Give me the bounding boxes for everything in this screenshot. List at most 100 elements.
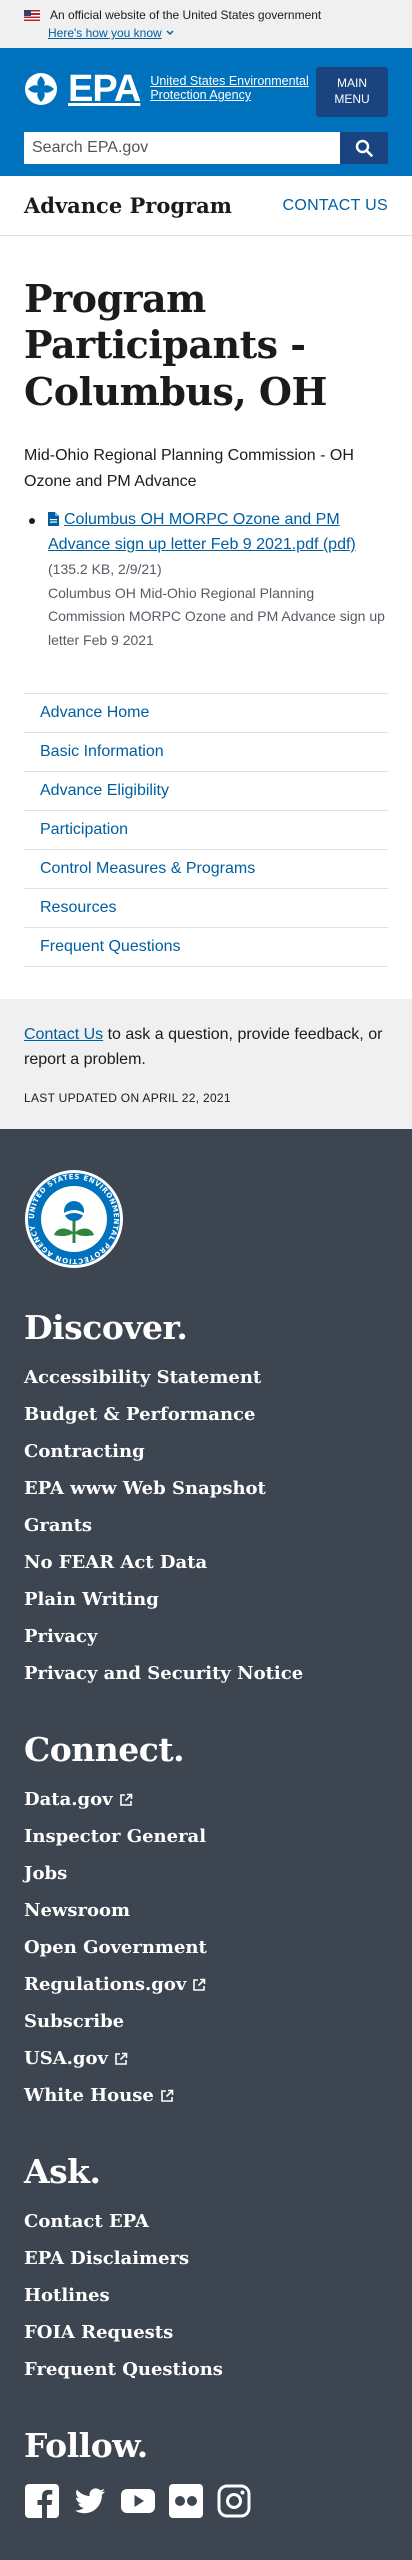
footer-link-label: White House xyxy=(24,2085,154,2107)
list-item: White House xyxy=(24,2077,388,2114)
sidenav-item-resources: Resources xyxy=(24,888,388,927)
contact-us-link[interactable]: CONTACT US xyxy=(282,197,388,215)
epa-wordmark: EPA xyxy=(68,68,141,110)
document-link[interactable]: Columbus OH MORPC Ozone and PM Advance s… xyxy=(48,511,356,553)
list-item: Subscribe xyxy=(24,2003,388,2040)
ask-links: Contact EPA EPA Disclaimers Hotlines FOI… xyxy=(24,2203,388,2388)
footer-link-label: Regulations.gov xyxy=(24,1974,187,1996)
footer-link-regulations-gov[interactable]: Regulations.gov xyxy=(24,1974,206,1995)
list-item: Accessibility Statement xyxy=(24,1359,388,1396)
sidenav-link[interactable]: Control Measures & Programs xyxy=(40,860,255,878)
external-link-icon xyxy=(193,1978,206,1991)
last-updated: LAST UPDATED ON APRIL 22, 2021 xyxy=(24,1090,231,1105)
intro-text: Mid-Ohio Regional Planning Commission - … xyxy=(24,447,354,490)
sidenav-item-basic-information: Basic Information xyxy=(24,732,388,771)
contact-box: Contact Us to ask a question, provide fe… xyxy=(0,999,412,1130)
list-item: Columbus OH MORPC Ozone and PM Advance s… xyxy=(29,508,388,653)
list-item: Inspector General xyxy=(24,1818,388,1855)
footer-link-open-government[interactable]: Open Government xyxy=(24,1937,207,1958)
gov-banner: An official website of the United States… xyxy=(0,0,412,48)
sidenav-item-participation: Participation xyxy=(24,810,388,849)
list-item: Open Government xyxy=(24,1929,388,1966)
list-item: FOIA Requests xyxy=(24,2314,388,2351)
discover-links: Accessibility Statement Budget & Perform… xyxy=(24,1359,388,1692)
social-links xyxy=(24,2483,388,2520)
list-item: No FEAR Act Data xyxy=(24,1544,388,1581)
connect-heading: Connect. xyxy=(24,1730,185,1770)
footer-link-web-snapshot[interactable]: EPA www Web Snapshot xyxy=(24,1478,266,1499)
footer-link-disclaimers[interactable]: EPA Disclaimers xyxy=(24,2248,189,2269)
footer-link-contracting[interactable]: Contracting xyxy=(24,1441,145,1462)
instagram-icon[interactable] xyxy=(216,2483,252,2519)
heres-how-you-know-link[interactable]: Here's how you know xyxy=(48,26,388,40)
footer-link-label: USA.gov xyxy=(24,2048,108,2070)
footer-link-grants[interactable]: Grants xyxy=(24,1515,92,1536)
document-meta: (135.2 KB, 2/9/21) xyxy=(48,560,162,577)
page-title: Program Participants - Columbus, OH xyxy=(24,276,327,414)
menu-label-line2: MENU xyxy=(334,92,370,106)
footer-link-frequent-questions[interactable]: Frequent Questions xyxy=(24,2359,223,2380)
footer-link-privacy[interactable]: Privacy xyxy=(24,1626,97,1647)
agency-name: United States Environmental Protection A… xyxy=(150,74,309,102)
search-input[interactable] xyxy=(24,132,340,164)
list-item: Privacy xyxy=(24,1618,388,1655)
list-item: Frequent Questions xyxy=(24,2351,388,2388)
footer-link-jobs[interactable]: Jobs xyxy=(24,1863,67,1884)
site-footer: UNITED STATES ENVIRONMENTAL PROTECTION A… xyxy=(0,1129,412,2560)
menu-label-line1: MAIN xyxy=(337,76,367,91)
list-item: Plain Writing xyxy=(24,1581,388,1618)
list-item: Hotlines xyxy=(24,2277,388,2314)
youtube-icon[interactable] xyxy=(120,2483,156,2519)
gov-banner-text: An official website of the United States… xyxy=(50,8,322,22)
flickr-icon[interactable] xyxy=(168,2483,204,2519)
program-name: Advance Program xyxy=(24,193,232,218)
list-item: Newsroom xyxy=(24,1892,388,1929)
epa-logo[interactable]: EPA United States Environmental Protecti… xyxy=(24,70,310,108)
connect-links: Data.gov Inspector General Jobs Newsroom… xyxy=(24,1781,388,2114)
footer-link-usa-gov[interactable]: USA.gov xyxy=(24,2048,128,2069)
list-item: Grants xyxy=(24,1507,388,1544)
discover-heading: Discover. xyxy=(24,1308,188,1348)
sidenav-link[interactable]: Basic Information xyxy=(40,743,164,761)
footer-link-hotlines[interactable]: Hotlines xyxy=(24,2285,110,2306)
footer-link-inspector-general[interactable]: Inspector General xyxy=(24,1826,206,1847)
external-link-icon xyxy=(161,2089,174,2102)
footer-link-data-gov[interactable]: Data.gov xyxy=(24,1789,133,1810)
footer-link-budget[interactable]: Budget & Performance xyxy=(24,1404,255,1425)
program-bar: Advance Program CONTACT US xyxy=(0,176,412,236)
sidenav-link[interactable]: Participation xyxy=(40,821,128,839)
footer-link-no-fear[interactable]: No FEAR Act Data xyxy=(24,1552,207,1573)
external-link-icon xyxy=(115,2052,128,2065)
footer-link-privacy-security[interactable]: Privacy and Security Notice xyxy=(24,1663,303,1684)
file-icon xyxy=(48,512,59,527)
footer-link-foia[interactable]: FOIA Requests xyxy=(24,2322,173,2343)
sidenav-link[interactable]: Frequent Questions xyxy=(40,938,181,956)
side-navigation: Advance Home Basic Information Advance E… xyxy=(24,693,388,968)
footer-link-subscribe[interactable]: Subscribe xyxy=(24,2011,124,2032)
footer-link-contact-epa[interactable]: Contact EPA xyxy=(24,2211,149,2232)
footer-link-white-house[interactable]: White House xyxy=(24,2085,174,2106)
footer-link-accessibility[interactable]: Accessibility Statement xyxy=(24,1367,261,1388)
footer-link-plain-writing[interactable]: Plain Writing xyxy=(24,1589,159,1610)
document-link-label: Columbus OH MORPC Ozone and PM Advance s… xyxy=(48,511,356,554)
sidenav-link[interactable]: Advance Eligibility xyxy=(40,782,169,800)
search-form xyxy=(24,132,388,164)
list-item: Regulations.gov xyxy=(24,1966,388,2003)
sidenav-item-frequent-questions: Frequent Questions xyxy=(24,927,388,966)
follow-heading: Follow. xyxy=(24,2426,148,2466)
facebook-icon[interactable] xyxy=(24,2483,60,2520)
list-item: Contracting xyxy=(24,1433,388,1470)
search-button[interactable] xyxy=(340,132,388,164)
sidenav-link[interactable]: Advance Home xyxy=(40,704,149,722)
sidenav-link[interactable]: Resources xyxy=(40,899,116,917)
main-menu-button[interactable]: MAIN MENU xyxy=(316,67,388,117)
footer-link-label: Data.gov xyxy=(24,1789,113,1811)
footer-link-newsroom[interactable]: Newsroom xyxy=(24,1900,130,1921)
list-item: EPA www Web Snapshot xyxy=(24,1470,388,1507)
sidenav-item-control-measures: Control Measures & Programs xyxy=(24,849,388,888)
sidenav-item-advance-home: Advance Home xyxy=(24,693,388,732)
contact-us-inline-link[interactable]: Contact Us xyxy=(24,1026,103,1043)
us-flag-icon xyxy=(24,9,40,21)
twitter-icon[interactable] xyxy=(72,2483,108,2519)
list-item: Jobs xyxy=(24,1855,388,1892)
